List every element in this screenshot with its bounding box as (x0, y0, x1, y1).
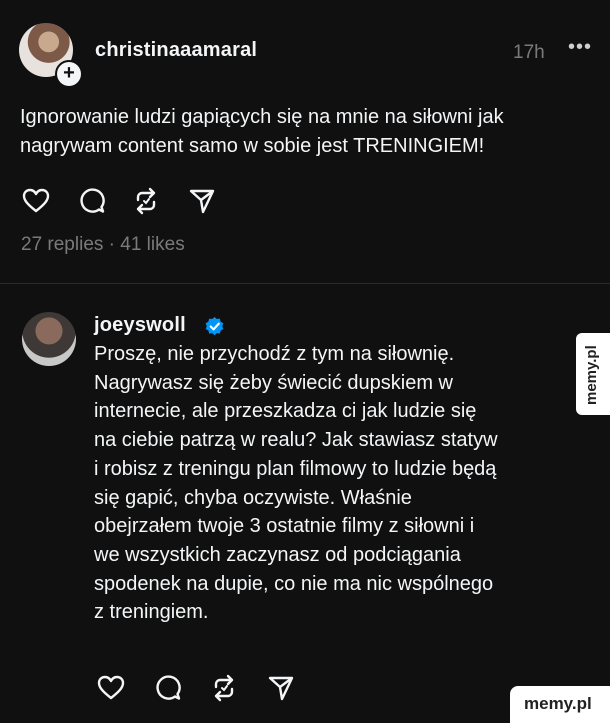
watermark-corner-text: memy.pl (524, 694, 592, 713)
watermark-corner: memy.pl (510, 686, 610, 723)
comment-icon[interactable] (154, 674, 182, 702)
reply-text: Proszę, nie przychodź z tym na siłownię.… (94, 343, 498, 624)
username[interactable]: christinaaamaral (95, 39, 257, 62)
share-icon[interactable] (267, 674, 295, 702)
comment-icon[interactable] (78, 187, 106, 215)
post-stats[interactable]: 27 replies · 41 likes (21, 234, 185, 256)
post-christinaaamaral: + christinaaamaral 17h ••• Ignorowanie l… (0, 0, 610, 283)
plus-icon: + (57, 62, 81, 86)
post-time: 17h (513, 42, 545, 63)
watermark-side-text: memy.pl (583, 345, 600, 405)
watermark-side: memy.pl (576, 333, 610, 415)
more-options-icon[interactable]: ••• (568, 36, 592, 59)
repost-icon[interactable] (132, 187, 160, 215)
post-text: Ignorowanie ludzi gapiących się na mnie … (20, 106, 504, 157)
follow-button[interactable]: + (55, 60, 83, 88)
heart-icon[interactable] (97, 674, 125, 702)
repost-icon[interactable] (210, 674, 238, 702)
heart-icon[interactable] (22, 187, 50, 215)
verified-badge-icon (205, 316, 224, 336)
avatar[interactable] (22, 312, 76, 366)
username[interactable]: joeyswoll (94, 314, 186, 337)
share-icon[interactable] (188, 187, 216, 215)
